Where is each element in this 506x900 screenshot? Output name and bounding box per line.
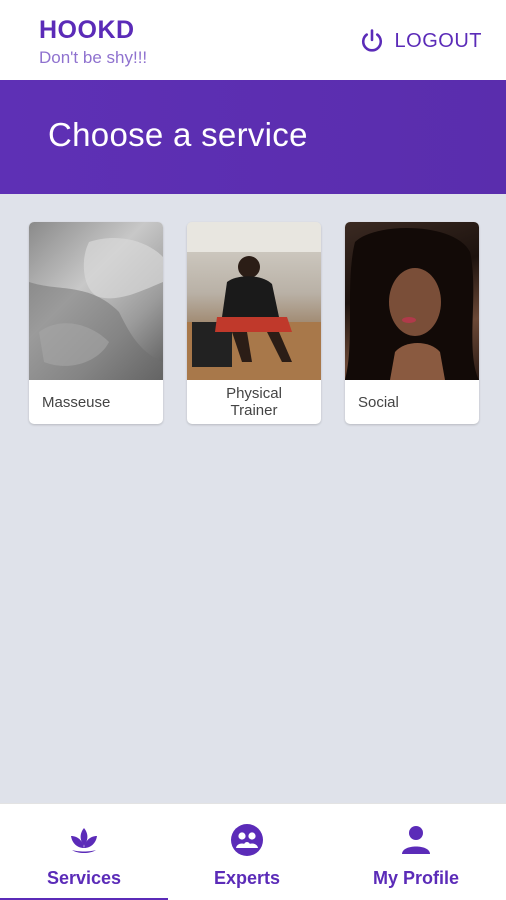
person-icon: [402, 826, 430, 854]
logout-label: LOGOUT: [394, 29, 482, 52]
trainer-photo: [187, 222, 321, 380]
bottom-navigation: Services Experts My Profile: [0, 803, 506, 900]
logout-button[interactable]: LOGOUT: [358, 26, 482, 56]
nav-item-my-profile[interactable]: My Profile: [332, 804, 500, 900]
service-card-social[interactable]: Social: [345, 222, 479, 424]
people-circle-icon: [231, 824, 263, 856]
page-title: Choose a service: [48, 116, 308, 153]
masseuse-photo: [29, 222, 163, 380]
social-photo: [345, 222, 479, 380]
top-app-bar: HOOKD Don't be shy!!! LOGOUT: [0, 0, 506, 80]
service-label: Physical Trainer: [226, 385, 282, 419]
lotus-icon: [71, 828, 97, 853]
power-icon: [361, 29, 382, 52]
hero-banner: Choose a service: [0, 80, 506, 194]
nav-label: Experts: [213, 868, 281, 888]
service-card-physical-trainer[interactable]: Physical Trainer: [187, 222, 321, 424]
nav-item-services[interactable]: Services: [0, 804, 168, 900]
app-title: HOOKD: [39, 16, 135, 44]
app-tagline: Don't be shy!!!: [39, 48, 148, 67]
nav-item-experts[interactable]: Experts: [163, 804, 331, 900]
nav-label: Services: [46, 868, 122, 888]
service-label: Social: [358, 393, 399, 411]
service-card-masseuse[interactable]: Masseuse: [29, 222, 163, 424]
nav-label: My Profile: [372, 868, 460, 888]
service-label: Masseuse: [42, 393, 111, 411]
